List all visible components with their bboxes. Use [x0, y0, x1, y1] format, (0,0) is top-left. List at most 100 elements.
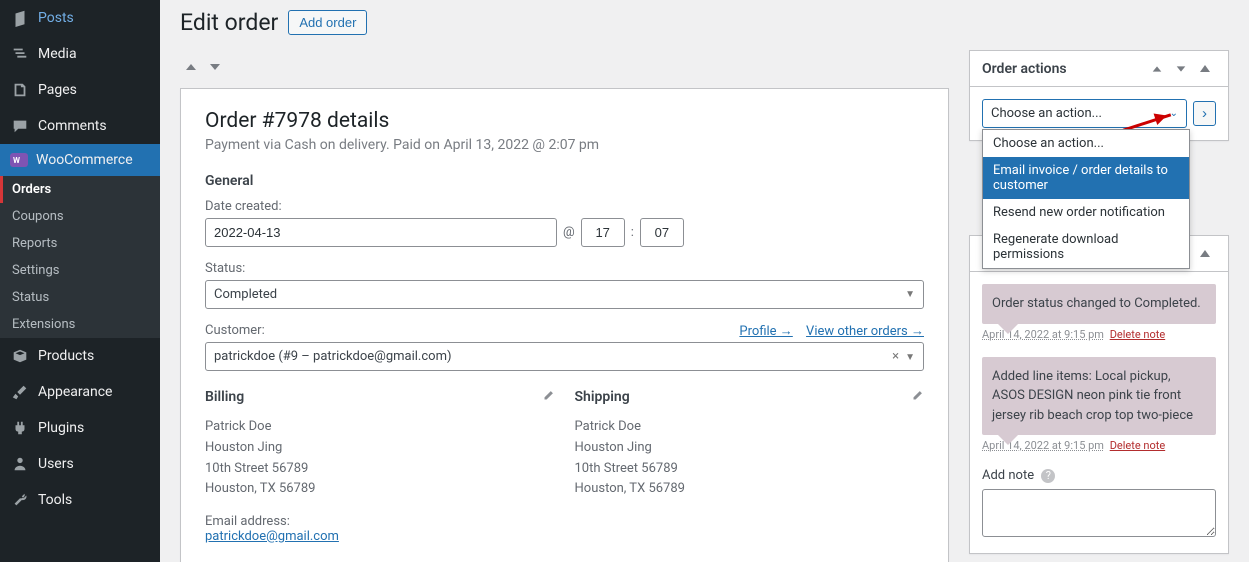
submenu-extensions[interactable]: Extensions — [0, 311, 160, 338]
order-action-select[interactable]: Choose an action... ⌄ — [982, 99, 1187, 128]
action-option-email-invoice[interactable]: Email invoice / order details to custome… — [983, 157, 1189, 199]
order-actions-box: Order actions Choose an action... ⌄ › — [969, 50, 1229, 141]
submenu-orders[interactable]: Orders — [0, 176, 160, 203]
sidebar-item-posts[interactable]: Posts — [0, 0, 160, 36]
user-icon — [10, 454, 30, 474]
submenu-settings[interactable]: Settings — [0, 257, 160, 284]
sidebar-item-users[interactable]: Users — [0, 446, 160, 482]
shipping-line: Houston Jing — [575, 438, 925, 459]
sidebar-label: Users — [38, 456, 74, 472]
woocommerce-submenu: Orders Coupons Reports Settings Status E… — [0, 176, 160, 338]
box-icon — [10, 346, 30, 366]
customer-select[interactable]: patrickdoe (#9 – patrickdoe@gmail.com) ×… — [205, 342, 924, 371]
billing-line: Houston, TX 56789 — [205, 479, 555, 500]
move-up-icon[interactable] — [1146, 58, 1168, 80]
action-dropdown: Choose an action... Email invoice / orde… — [982, 129, 1190, 269]
status-select[interactable]: Completed ▼ — [205, 280, 924, 309]
sidebar-item-pages[interactable]: Pages — [0, 72, 160, 108]
shipping-column: Shipping Patrick Doe Houston Jing 10th S… — [575, 389, 925, 544]
sidebar-label: Posts — [38, 10, 74, 26]
sidebar-label: Comments — [38, 118, 107, 134]
caret-down-icon: ▼ — [905, 289, 915, 300]
sidebar-item-appearance[interactable]: Appearance — [0, 374, 160, 410]
delete-note-link[interactable]: Delete note — [1110, 439, 1166, 452]
main-content: Edit order Add order Order #7978 details… — [160, 0, 1249, 562]
edit-shipping-icon[interactable] — [910, 389, 924, 403]
apply-action-button[interactable]: › — [1193, 101, 1216, 126]
delete-note-link[interactable]: Delete note — [1110, 328, 1166, 341]
note-item: Added line items: Local pickup, ASOS DES… — [982, 357, 1216, 436]
order-title: Order #7978 details — [205, 109, 924, 133]
sidebar-label: Pages — [38, 82, 77, 98]
email-link[interactable]: patrickdoe@gmail.com — [205, 529, 339, 544]
shipping-line: 10th Street 56789 — [575, 459, 925, 480]
metabox-sort-arrows — [180, 50, 949, 88]
move-up-icon[interactable] — [180, 56, 202, 78]
sidebar-label: Tools — [38, 492, 72, 508]
add-note-label: Add note ? — [982, 468, 1055, 483]
pin-icon — [10, 8, 30, 28]
billing-heading: Billing — [205, 389, 555, 405]
order-subtitle: Payment via Cash on delivery. Paid on Ap… — [205, 137, 924, 153]
submenu-status[interactable]: Status — [0, 284, 160, 311]
wrench-icon — [10, 490, 30, 510]
clear-customer-icon[interactable]: × — [892, 349, 899, 364]
sidebar-item-comments[interactable]: Comments — [0, 108, 160, 144]
sidebar-item-media[interactable]: Media — [0, 36, 160, 72]
status-value: Completed — [214, 287, 277, 302]
add-note-textarea[interactable] — [982, 489, 1216, 537]
email-label: Email address: — [205, 514, 555, 529]
move-down-icon[interactable] — [1170, 58, 1192, 80]
sidebar-label: Media — [38, 46, 77, 62]
toggle-box-icon[interactable] — [1194, 58, 1216, 80]
submenu-coupons[interactable]: Coupons — [0, 203, 160, 230]
billing-column: Billing Patrick Doe Houston Jing 10th St… — [205, 389, 555, 544]
customer-value: patrickdoe (#9 – patrickdoe@gmail.com) — [214, 349, 452, 364]
sidebar-item-plugins[interactable]: Plugins — [0, 410, 160, 446]
date-created-input[interactable] — [205, 218, 557, 247]
view-other-orders-link[interactable]: View other orders → — [806, 324, 924, 339]
billing-line: Houston Jing — [205, 438, 555, 459]
edit-billing-icon[interactable] — [541, 389, 555, 403]
sidebar-label: WooCommerce — [36, 152, 133, 168]
customer-label: Customer: — [205, 323, 265, 338]
sidebar-item-products[interactable]: Products — [0, 338, 160, 374]
move-down-icon[interactable] — [204, 56, 226, 78]
billing-name: Patrick Doe — [205, 417, 555, 438]
chevron-down-icon: ⌄ — [1170, 108, 1178, 119]
add-order-button[interactable]: Add order — [288, 10, 367, 35]
toggle-box-icon[interactable] — [1194, 243, 1216, 265]
page-header: Edit order Add order — [180, 0, 1229, 50]
caret-down-icon: ▼ — [905, 352, 915, 363]
admin-sidebar: Posts Media Pages Comments WWooCommerce … — [0, 0, 160, 562]
minute-input[interactable] — [640, 218, 684, 247]
shipping-heading: Shipping — [575, 389, 925, 405]
sidebar-label: Appearance — [38, 384, 112, 400]
order-notes-box: Order notes Order status changed to Comp… — [969, 235, 1229, 554]
shipping-line: Houston, TX 56789 — [575, 479, 925, 500]
pages-icon — [10, 80, 30, 100]
action-option[interactable]: Choose an action... — [983, 130, 1189, 157]
order-actions-title: Order actions — [982, 61, 1146, 77]
sidebar-item-woocommerce[interactable]: W WooCommerce — [0, 144, 160, 176]
sidebar-label: Products — [38, 348, 94, 364]
svg-text:W: W — [13, 156, 20, 165]
woo-icon: W — [10, 153, 28, 167]
billing-line: 10th Street 56789 — [205, 459, 555, 480]
status-label: Status: — [205, 261, 924, 276]
action-option[interactable]: Resend new order notification — [983, 199, 1189, 226]
sidebar-item-tools[interactable]: Tools — [0, 482, 160, 518]
colon-separator: : — [631, 225, 634, 240]
profile-link[interactable]: Profile → — [739, 324, 792, 339]
shipping-name: Patrick Doe — [575, 417, 925, 438]
at-separator: @ — [563, 225, 575, 240]
media-icon — [10, 44, 30, 64]
date-created-label: Date created: — [205, 199, 924, 214]
order-details-box: Order #7978 details Payment via Cash on … — [180, 88, 949, 562]
general-heading: General — [205, 173, 924, 189]
help-icon[interactable]: ? — [1041, 469, 1055, 483]
action-selected-value: Choose an action... — [991, 106, 1102, 121]
hour-input[interactable] — [581, 218, 625, 247]
action-option[interactable]: Regenerate download permissions — [983, 226, 1189, 268]
submenu-reports[interactable]: Reports — [0, 230, 160, 257]
